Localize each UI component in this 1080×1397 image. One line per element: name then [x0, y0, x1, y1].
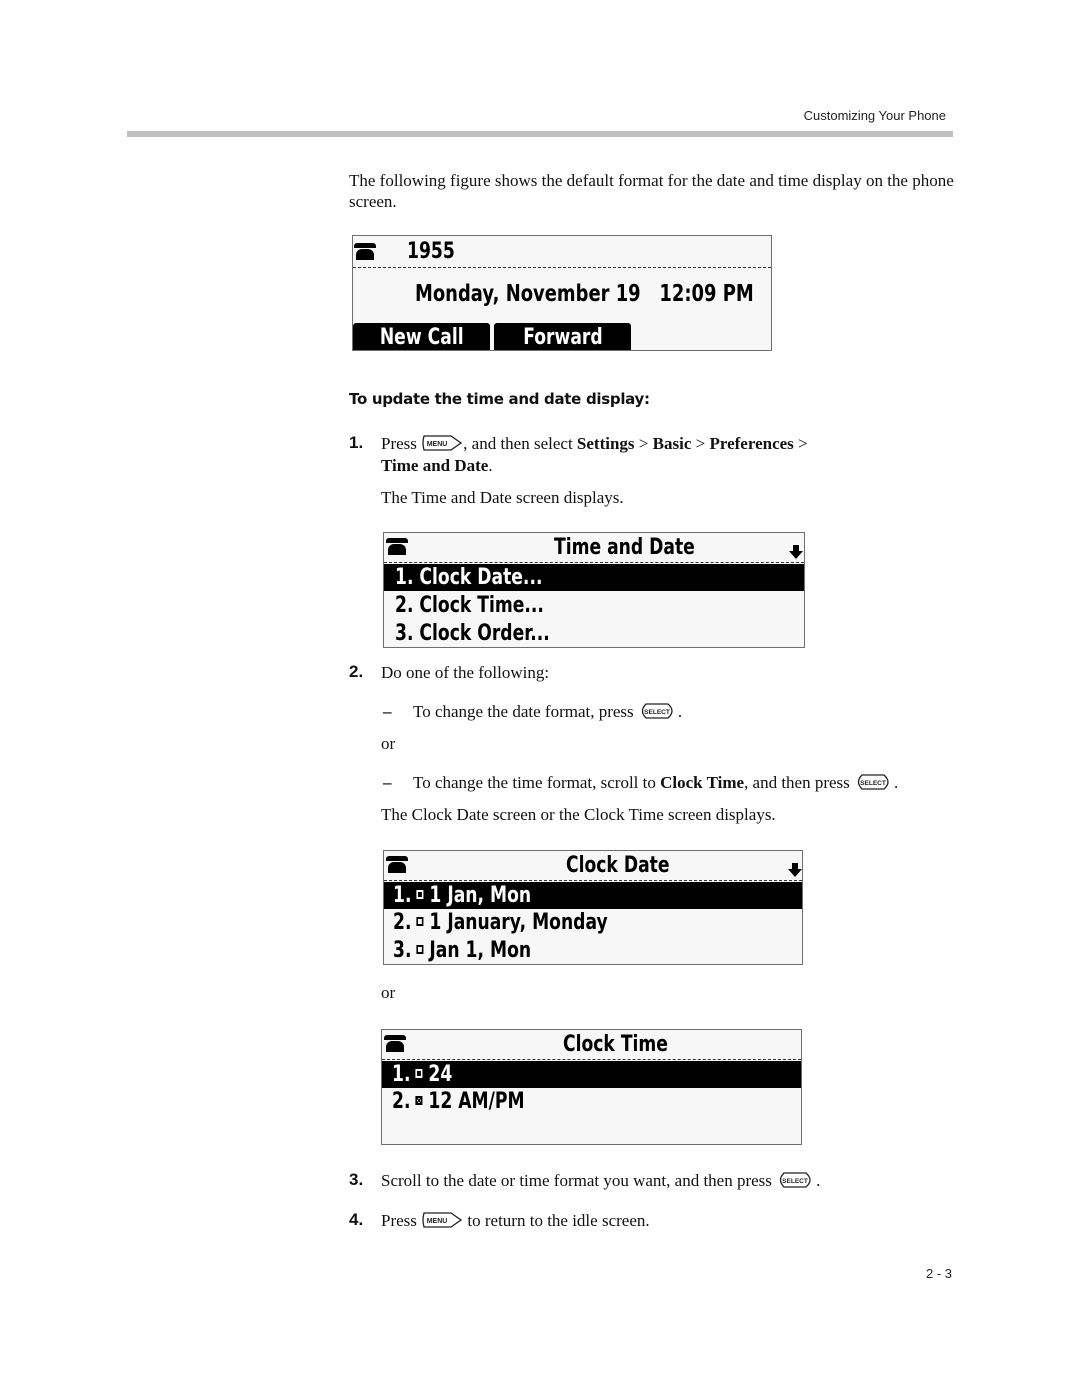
screen-title: Clock Time [563, 1032, 668, 1057]
path-settings: Settings [576, 434, 635, 453]
option-bullet: – [383, 702, 392, 721]
step-3-number: 3. [349, 1170, 364, 1189]
option-bullet: – [383, 773, 392, 792]
time-format-option[interactable]: 2. 12 AM/PM [392, 1088, 525, 1115]
procedure-heading: To update the time and date display: [349, 390, 650, 408]
step-3-text: Scroll to the date or time format you wa… [381, 1171, 821, 1190]
checked-checkbox-icon [415, 1095, 423, 1105]
page-number: 2 - 3 [925, 1266, 952, 1281]
clock-date-screen: Clock Date 1. 1 Jan, Mon 2. 1 January, Mon… [383, 850, 803, 965]
option-change-date: To change the date format, press SELECT … [413, 702, 683, 721]
or-label: or [381, 983, 396, 1002]
date-time-display: Monday, November 19 12:09 PM [415, 281, 754, 307]
date-format-option[interactable]: 3. Jan 1, Mon [393, 937, 531, 964]
step-1-text: Press MENU , and then select Settings > … [381, 433, 808, 476]
softkey-forward[interactable]: Forward [494, 323, 631, 350]
step-4-text: Press MENU to return to the idle screen. [381, 1210, 650, 1230]
svg-text:MENU: MENU [427, 1218, 448, 1225]
checkbox-icon [416, 916, 424, 926]
softkey-forward-label: Forward [522, 325, 603, 350]
time-and-date-screen: Time and Date 1. Clock Date... 2. Clock … [383, 532, 805, 648]
svg-text:MENU: MENU [427, 441, 448, 448]
time-format-option[interactable]: 1. 24 [392, 1061, 452, 1088]
date-format-option[interactable]: 2. 1 January, Monday [393, 909, 608, 936]
path-preferences: Preferences [709, 434, 794, 453]
scroll-down-arrow-icon [788, 863, 802, 877]
checkbox-icon [416, 889, 424, 899]
menu-key-icon: MENU [421, 433, 463, 453]
screen-title: Clock Date [566, 853, 670, 878]
header-divider [353, 267, 771, 268]
step-2-text: Do one of the following: [381, 663, 550, 682]
date-format-option[interactable]: 1. 1 Jan, Mon [393, 882, 531, 909]
svg-text:SELECT: SELECT [644, 709, 670, 716]
step-4-number: 4. [349, 1210, 364, 1229]
screen-title: Time and Date [554, 535, 695, 560]
phone-handset-icon [386, 536, 408, 556]
phone-handset-icon [354, 241, 376, 261]
step-1-result: The Time and Date screen displays. [381, 488, 624, 507]
softkey-new-call[interactable]: New Call [353, 323, 490, 350]
phone-handset-icon [386, 854, 408, 874]
line-number: 1955 [407, 239, 455, 264]
checkbox-icon [416, 944, 424, 954]
intro-paragraph: The following figure shows the default f… [349, 171, 954, 211]
menu-item-clock-time[interactable]: 2. Clock Time... [395, 592, 544, 619]
step-2-number: 2. [349, 662, 364, 681]
svg-text:SELECT: SELECT [860, 780, 886, 787]
or-label: or [381, 734, 396, 753]
step-1-number: 1. [349, 433, 364, 452]
scroll-down-arrow-icon [789, 545, 803, 559]
idle-screen-figure: 1955 Monday, November 19 12:09 PM New Ca… [352, 235, 772, 351]
select-key-icon: SELECT [638, 702, 678, 720]
softkey-new-call-label: New Call [379, 325, 464, 350]
checkbox-icon [415, 1068, 423, 1078]
header-rule [127, 131, 953, 137]
select-key-icon: SELECT [854, 773, 894, 791]
option-change-time: To change the time format, scroll to Clo… [413, 773, 899, 792]
select-key-icon: SELECT [776, 1171, 816, 1189]
step-2-result: The Clock Date screen or the Clock Time … [381, 805, 776, 824]
phone-handset-icon [384, 1033, 406, 1053]
menu-item-clock-date[interactable]: 1. Clock Date... [395, 564, 542, 591]
clock-time-screen: Clock Time 1. 24 2. 12 AM/PM [381, 1029, 802, 1145]
menu-key-icon: MENU [421, 1210, 463, 1230]
menu-item-clock-order[interactable]: 3. Clock Order... [395, 620, 550, 647]
svg-text:SELECT: SELECT [782, 1178, 808, 1185]
path-basic: Basic [652, 434, 692, 453]
running-head: Customizing Your Phone [803, 108, 946, 123]
path-time-and-date: Time and Date [381, 456, 489, 476]
